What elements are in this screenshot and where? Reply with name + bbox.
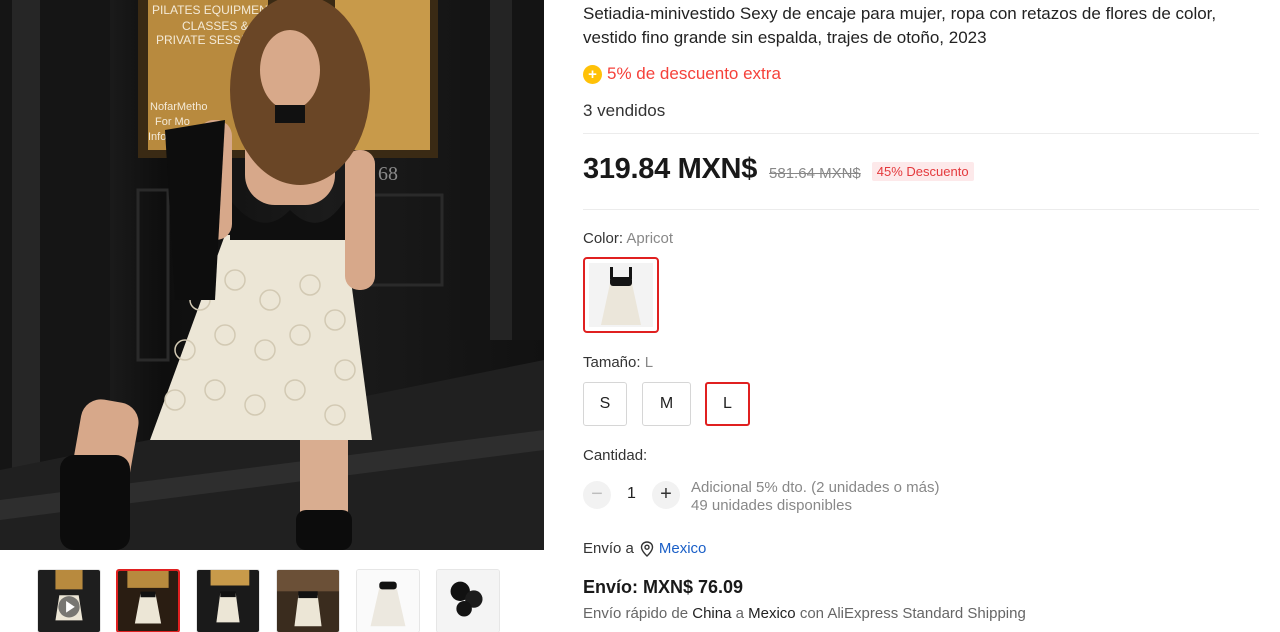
price-row: 319.84 MXN$ 581.64 MXN$ 45% Descuento	[583, 153, 974, 186]
location-pin-icon	[640, 540, 654, 557]
storefront-text-4: NofarMetho	[150, 101, 207, 113]
shipping-destination: Mexico	[748, 605, 796, 622]
ship-to-label: Envío a	[583, 540, 634, 557]
size-value: L	[644, 354, 654, 371]
thumbnail-3[interactable]	[196, 569, 260, 632]
shipping-desc-suffix: con AliExpress Standard Shipping	[795, 605, 1026, 622]
size-option-l[interactable]: L	[705, 382, 750, 426]
coin-plus-icon: +	[583, 64, 602, 84]
thumbnail-strip	[0, 562, 544, 632]
shipping-origin: China	[692, 605, 732, 622]
size-label-text: Tamaño:	[583, 354, 645, 371]
color-swatch-apricot[interactable]	[583, 257, 659, 333]
size-option-s[interactable]: S	[583, 382, 627, 426]
quantity-value[interactable]: 1	[627, 485, 636, 503]
divider	[583, 209, 1259, 210]
thumbnail-2-image	[118, 571, 178, 631]
bulk-discount-note: Adicional 5% dto. (2 unidades o más)	[691, 479, 940, 496]
stock-available: 49 unidades disponibles	[691, 497, 852, 514]
main-product-image[interactable]: PILATES EQUIPMEN CLASSES & PRIVATE SESSI…	[0, 0, 544, 550]
shipping-description: Envío rápido de China a Mexico con AliEx…	[583, 605, 1026, 622]
shipping-desc-prefix: Envío rápido de	[583, 605, 693, 622]
thumbnail-5-image	[357, 570, 419, 632]
color-swatch-image	[589, 263, 653, 327]
extra-discount-promo: + 5% de descuento extra	[583, 64, 781, 84]
shipping-cost: Envío: MXN$ 76.09	[583, 577, 744, 597]
promo-text: 5% de descuento extra	[607, 64, 781, 83]
size-label: Tamaño: L	[583, 354, 653, 371]
ship-to-row: Envío a Mexico	[583, 540, 706, 557]
thumbnail-video[interactable]	[37, 569, 101, 632]
thumbnail-2[interactable]	[116, 569, 180, 632]
color-label-text: Color:	[583, 230, 627, 247]
ship-to-country-link[interactable]: Mexico	[659, 540, 707, 557]
quantity-increase-button[interactable]: +	[652, 481, 680, 509]
storefront-text-1: PILATES EQUIPMEN	[152, 3, 268, 17]
thumbnail-5[interactable]	[356, 569, 420, 632]
product-info-panel: Setiadia-minivestido Sexy de encaje para…	[583, 0, 1259, 632]
discount-badge: 45% Descuento	[871, 162, 974, 181]
thumbnail-6[interactable]	[436, 569, 500, 632]
color-label: Color: Apricot	[583, 230, 673, 247]
storefront-text-2: CLASSES &	[182, 19, 249, 33]
storefront-text-5: For Mo	[155, 116, 190, 128]
shipping-desc-mid: a	[731, 605, 749, 622]
thumbnail-4-image	[277, 570, 339, 632]
thumbnail-video-image	[38, 570, 100, 632]
original-price: 581.64 MXN$	[769, 165, 861, 182]
quantity-note: Adicional 5% dto. (2 unidades o más) 49 …	[691, 479, 939, 515]
sold-count: 3 vendidos	[583, 101, 666, 120]
product-photo-illustration: PILATES EQUIPMEN CLASSES & PRIVATE SESSI…	[0, 0, 544, 550]
thumbnail-3-image	[197, 570, 259, 632]
quantity-decrease-button[interactable]: −	[583, 481, 611, 509]
product-title: Setiadia-minivestido Sexy de encaje para…	[583, 4, 1217, 47]
color-value: Apricot	[626, 230, 674, 247]
size-option-m[interactable]: M	[642, 382, 691, 426]
thumbnail-6-image	[437, 570, 499, 632]
door-number: 68	[378, 163, 398, 185]
current-price: 319.84 MXN$	[583, 153, 758, 185]
thumbnail-4[interactable]	[276, 569, 340, 632]
divider	[583, 133, 1259, 134]
quantity-label: Cantidad:	[583, 447, 648, 464]
